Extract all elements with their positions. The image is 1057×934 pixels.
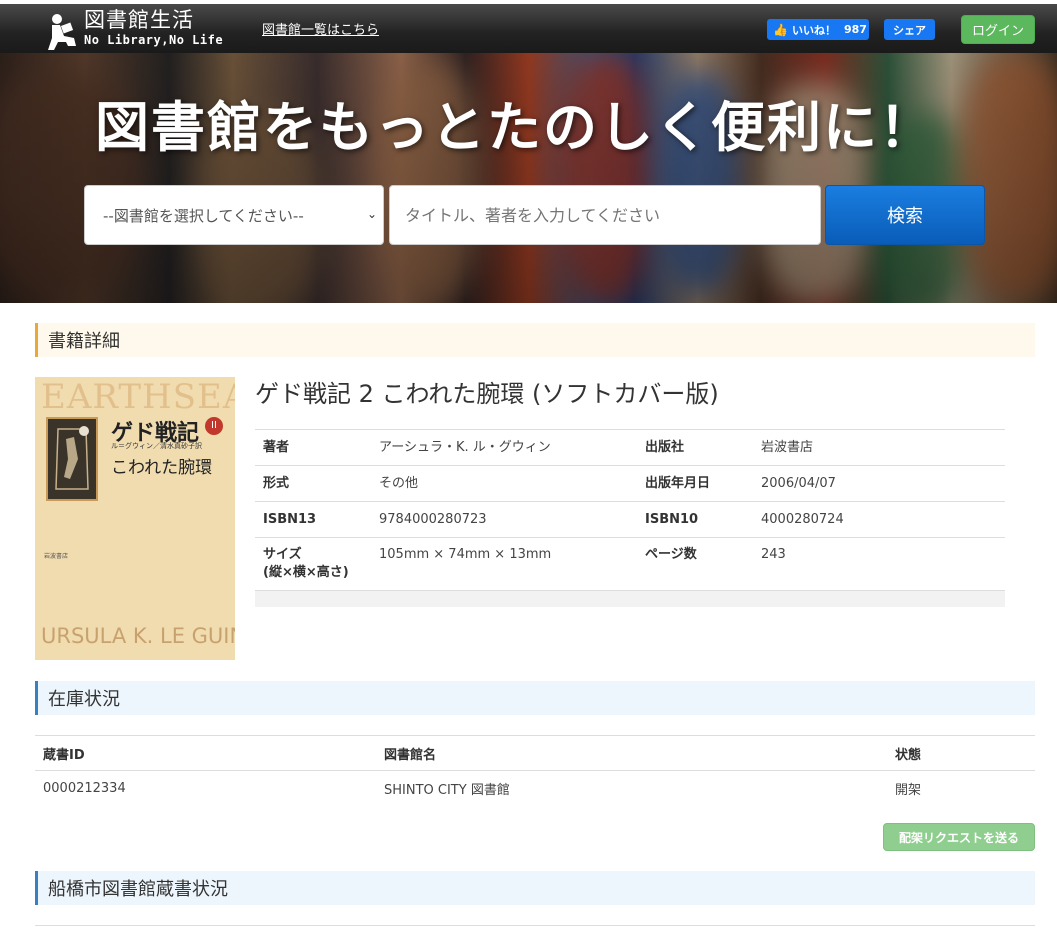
cover-credits: ル＝グウィン／清水真砂子訳 [111, 442, 202, 450]
book-title: ゲド戦記 2 こわれた腕環 (ソフトカバー版) [255, 380, 719, 408]
column-header: 蔵書ID [35, 735, 376, 771]
site-logo[interactable]: 図書館生活 No Library,No Life [46, 8, 223, 54]
info-label-line: サイズ [263, 547, 302, 562]
info-value: 105mm × 74mm × 13mm [371, 537, 637, 591]
info-value: アーシュラ・K. ル・グウィン [371, 429, 637, 466]
info-label: サイズ (縦×横×高さ) [255, 537, 371, 591]
chevron-down-icon: ⌄ [366, 207, 377, 221]
library-name: SHINTO CITY 図書館 [384, 782, 510, 798]
info-label: 出版社 [637, 429, 753, 466]
library-select[interactable]: --図書館を選択してください-- ⌄ [84, 185, 384, 245]
reading-person-icon [46, 12, 80, 52]
holding-id: 0000212334 [43, 780, 126, 796]
library-select-value: --図書館を選択してください-- [103, 206, 304, 225]
info-label: 形式 [255, 465, 371, 502]
table-row: 著者 アーシュラ・K. ル・グウィン 出版社 岩波書店 [255, 429, 1005, 466]
info-value: 9784000280723 [371, 501, 637, 538]
holding-status: 開架 [895, 782, 922, 798]
column-header: 図書館名 [376, 735, 887, 771]
table-row: 形式 その他 出版年月日 2006/04/07 [255, 465, 1005, 502]
hero-title: 図書館をもっとたのしく便利に！ [95, 96, 935, 159]
info-label: ページ数 [637, 537, 753, 591]
table-row: ISBN13 9784000280723 ISBN10 4000280724 [255, 501, 1005, 538]
table-row: 0000212334 SHINTO CITY 図書館 開架 [35, 771, 1035, 806]
table-row: サイズ (縦×横×高さ) 105mm × 74mm × 13mm ページ数 24… [255, 537, 1005, 591]
cover-subtitle: こわれた腕環 [111, 458, 213, 478]
table-footer [255, 590, 1005, 607]
book-info-table: 著者 アーシュラ・K. ル・グウィン 出版社 岩波書店 形式 その他 出版年月日… [255, 429, 1005, 607]
info-value: 岩波書店 [753, 429, 1005, 466]
cover-publisher: 岩波書店 [44, 553, 69, 560]
info-label: 著者 [255, 429, 371, 466]
divider [35, 925, 1035, 926]
library-list-link[interactable]: 図書館一覧はこちら [262, 19, 379, 38]
funabashi-heading: 船橋市図書館蔵書状況 [35, 871, 1035, 905]
info-label: ISBN10 [637, 501, 753, 538]
cover-illustration [46, 417, 98, 501]
hero-banner: 図書館をもっとたのしく便利に！ --図書館を選択してください-- ⌄ 検索 [0, 53, 1057, 303]
like-label: いいね！ [791, 23, 836, 37]
info-label: 出版年月日 [637, 465, 753, 502]
table-header-row: 蔵書ID 図書館名 状態 [35, 735, 1035, 771]
shelf-request-button[interactable]: 配架リクエストを送る [883, 823, 1035, 851]
thumbs-up-icon: 👍 [773, 22, 788, 37]
search-button[interactable]: 検索 [825, 185, 985, 245]
like-count: 987 [843, 23, 867, 36]
login-button[interactable]: ログイン [961, 15, 1035, 44]
book-detail-heading: 書籍詳細 [35, 323, 1035, 357]
navbar: 図書館生活 No Library,No Life 図書館一覧はこちら 👍 いいね… [0, 0, 1057, 53]
book-cover-image: EARTHSEA ゲド戦記 II ル＝グウィン／清水真砂子訳 こわれた腕環 岩波… [35, 377, 235, 660]
stock-heading: 在庫状況 [35, 681, 1035, 715]
logo-subtitle: No Library,No Life [84, 33, 224, 47]
column-header: 状態 [887, 735, 1035, 771]
info-value: 243 [753, 537, 1005, 591]
stock-table: 蔵書ID 図書館名 状態 0000212334 SHINTO CITY 図書館 … [35, 735, 1035, 806]
info-value: 2006/04/07 [753, 465, 1005, 502]
cover-author: URSULA K. LE GUIN [41, 624, 235, 648]
logo-title: 図書館生活 [84, 8, 194, 32]
search-input[interactable] [389, 185, 821, 245]
share-button[interactable]: シェア [884, 19, 935, 40]
cover-volume-badge: II [205, 417, 223, 435]
info-label-line: (縦×横×高さ) [263, 565, 349, 580]
info-value: 4000280724 [753, 501, 1005, 538]
info-value: その他 [371, 465, 637, 502]
cover-series-text: EARTHSEA [41, 377, 235, 417]
info-label: ISBN13 [255, 501, 371, 538]
facebook-like-button[interactable]: 👍 いいね！ 987 [767, 19, 869, 40]
